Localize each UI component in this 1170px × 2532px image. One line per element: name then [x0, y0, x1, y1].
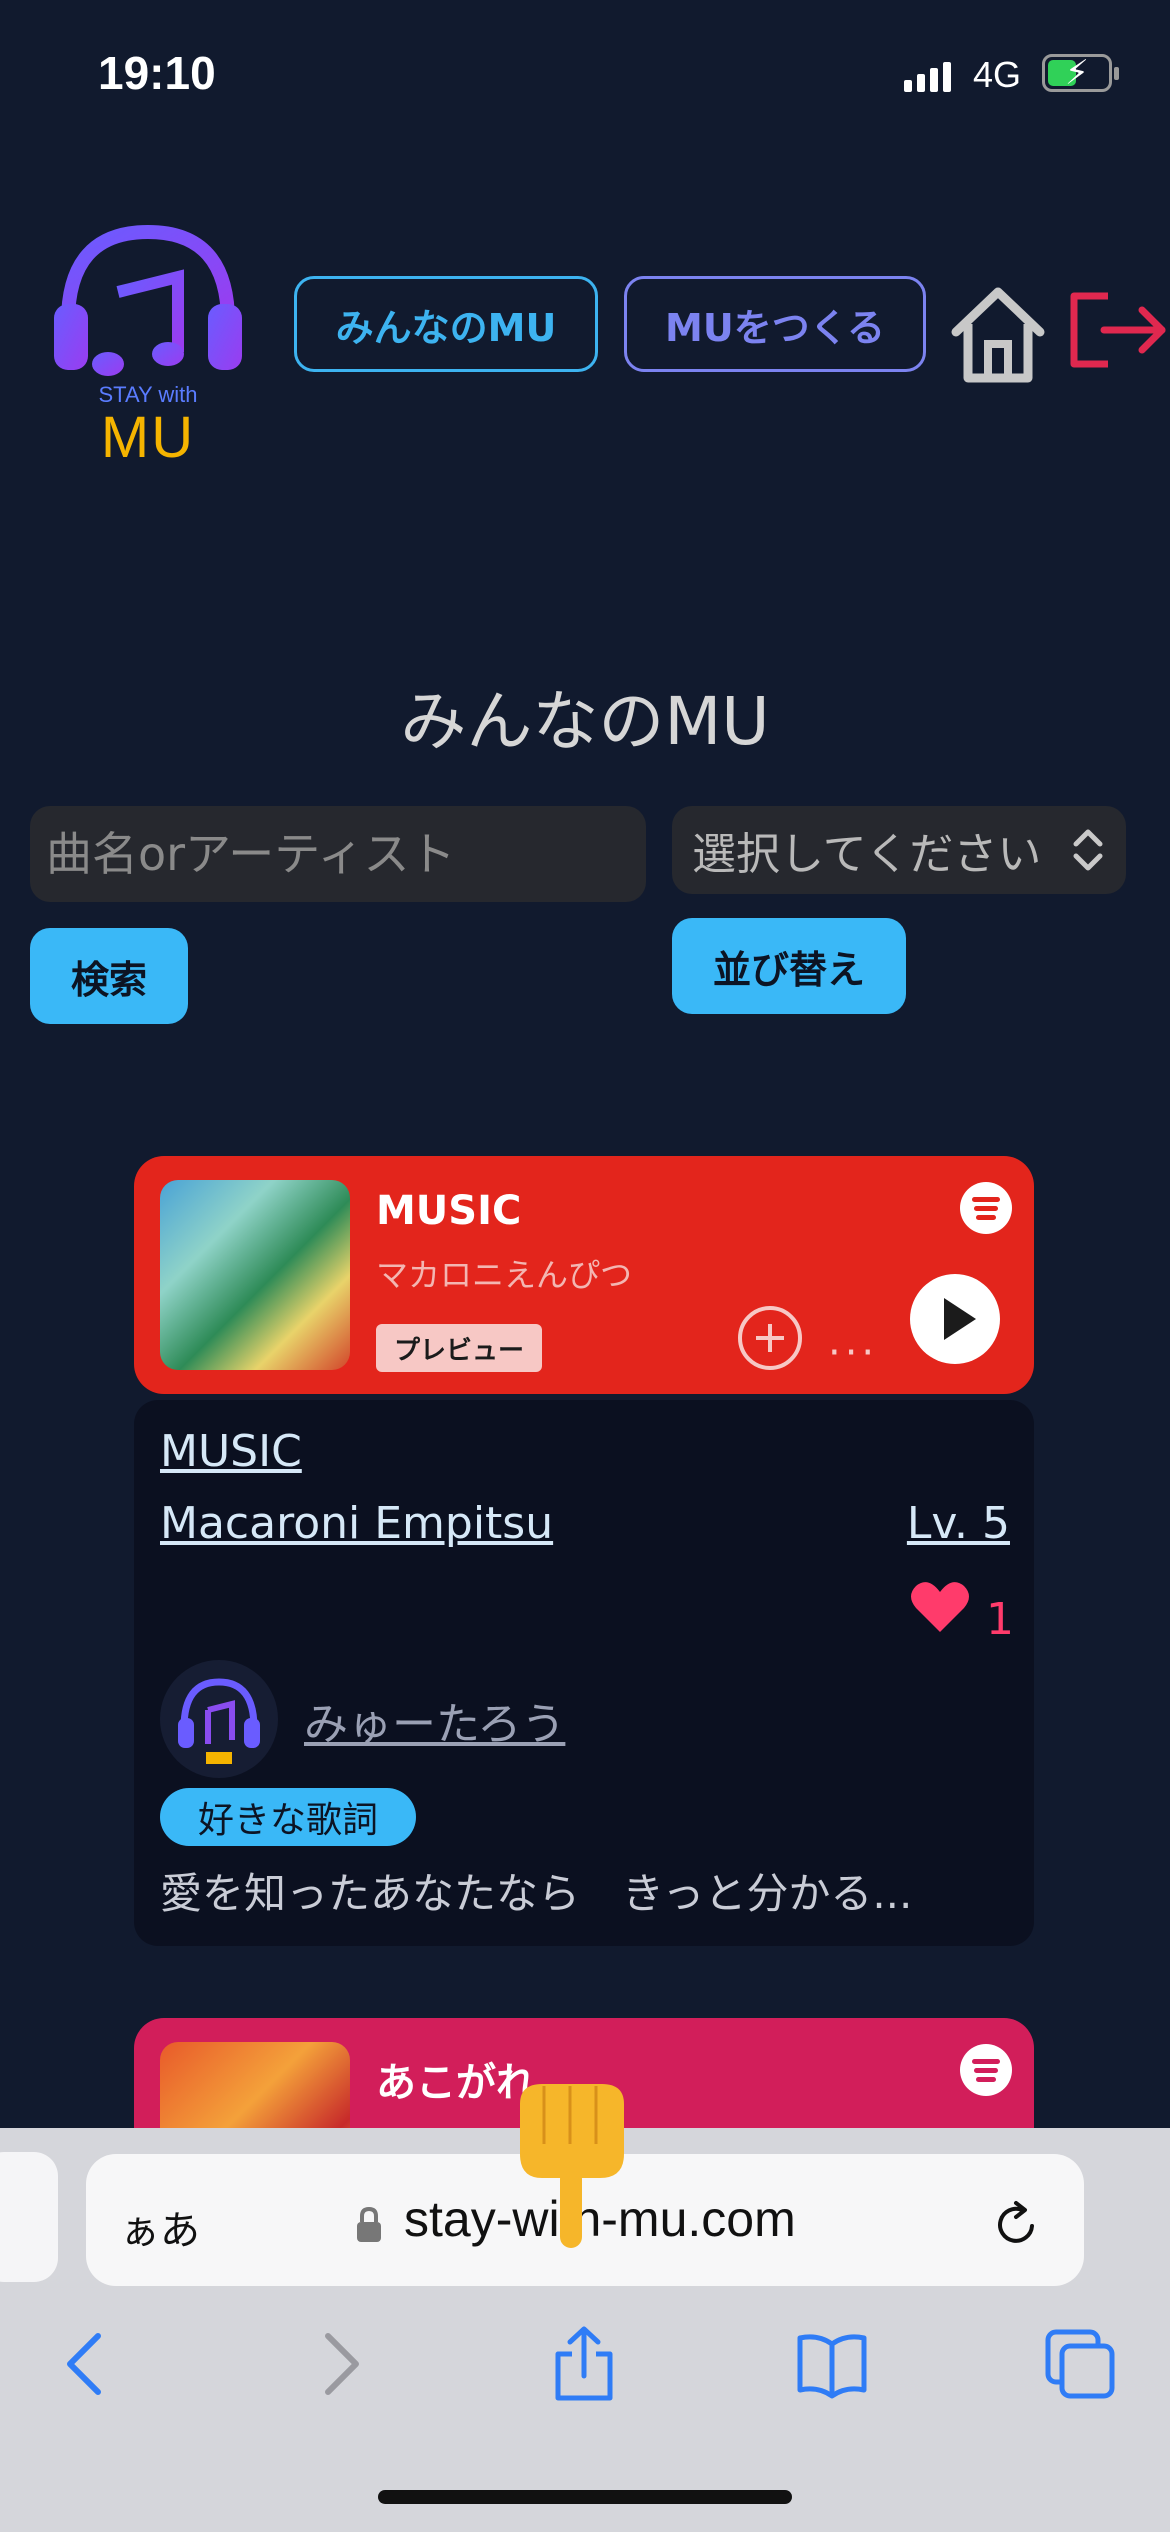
reader-settings-button[interactable]: ぁあ	[120, 2198, 200, 2256]
tabs-icon[interactable]	[1042, 2326, 1118, 2402]
signal-icon	[904, 60, 951, 92]
add-icon[interactable]	[738, 1306, 802, 1370]
network-label: 4G	[973, 54, 1022, 95]
search-input[interactable]	[30, 806, 646, 902]
logout-icon[interactable]	[1068, 290, 1168, 370]
sort-select[interactable]: 選択してください	[672, 806, 1126, 894]
lock-icon	[357, 2206, 381, 2242]
embed-artist-name: マカロニえんぴつ	[376, 1256, 633, 1294]
album-art	[160, 1180, 350, 1370]
share-icon[interactable]	[546, 2326, 622, 2402]
previous-tab-peek[interactable]	[0, 2152, 58, 2282]
logo-wordmark: MU	[100, 405, 196, 470]
sort-select-value: 選択してください	[692, 829, 1042, 880]
like-count: 1	[986, 1594, 1014, 1645]
status-bar: 19:10 4G ⚡	[0, 0, 1170, 140]
chevron-updown-icon	[1073, 829, 1103, 871]
home-indicator	[378, 2490, 792, 2504]
app-logo[interactable]: STAY with MU	[48, 212, 248, 472]
lyric-text: 愛を知ったあなたなら きっと分かる...	[160, 1869, 913, 1918]
sort-button[interactable]: 並び替え	[672, 918, 906, 1014]
search-button[interactable]: 検索	[30, 928, 188, 1024]
favorite-lyric-badge: 好きな歌詞	[160, 1788, 416, 1846]
user-name-link[interactable]: みゅーたろう	[304, 1688, 565, 1752]
level-link[interactable]: Lv. 5	[907, 1498, 1010, 1549]
more-icon[interactable]: ···	[828, 1330, 878, 1376]
spotify-icon[interactable]	[960, 1182, 1012, 1234]
home-icon[interactable]	[948, 282, 1048, 386]
spotify-icon[interactable]	[960, 2044, 1012, 2096]
post-detail-card: MUSIC Macaroni Empitsu Lv. 5 1 みゅーたろう 好き…	[134, 1400, 1034, 1946]
artist-link[interactable]: Macaroni Empitsu	[160, 1498, 553, 1549]
avatar-logo-icon	[178, 1678, 260, 1764]
headphones-logo-icon	[54, 224, 242, 376]
reload-icon[interactable]	[992, 2200, 1040, 2250]
pointing-hand-icon	[520, 2084, 624, 2248]
preview-badge: プレビュー	[376, 1324, 542, 1372]
heart-icon[interactable]	[910, 1580, 970, 1634]
page-title: みんなのMU	[400, 683, 770, 760]
status-time: 19:10	[98, 47, 216, 99]
forward-icon[interactable]	[300, 2326, 376, 2402]
everyone-mu-button[interactable]: みんなのMU	[294, 276, 598, 372]
avatar[interactable]	[160, 1660, 278, 1778]
create-mu-button[interactable]: MUをつくる	[624, 276, 926, 372]
spotify-embed-card[interactable]: MUSIC マカロニえんぴつ プレビュー ···	[134, 1156, 1034, 1394]
play-icon[interactable]	[910, 1274, 1000, 1364]
back-icon[interactable]	[50, 2326, 126, 2402]
song-link[interactable]: MUSIC	[160, 1426, 302, 1477]
embed-song-title: MUSIC	[376, 1188, 522, 1234]
battery-icon: ⚡	[1042, 53, 1119, 93]
bookmarks-icon[interactable]	[794, 2326, 870, 2402]
